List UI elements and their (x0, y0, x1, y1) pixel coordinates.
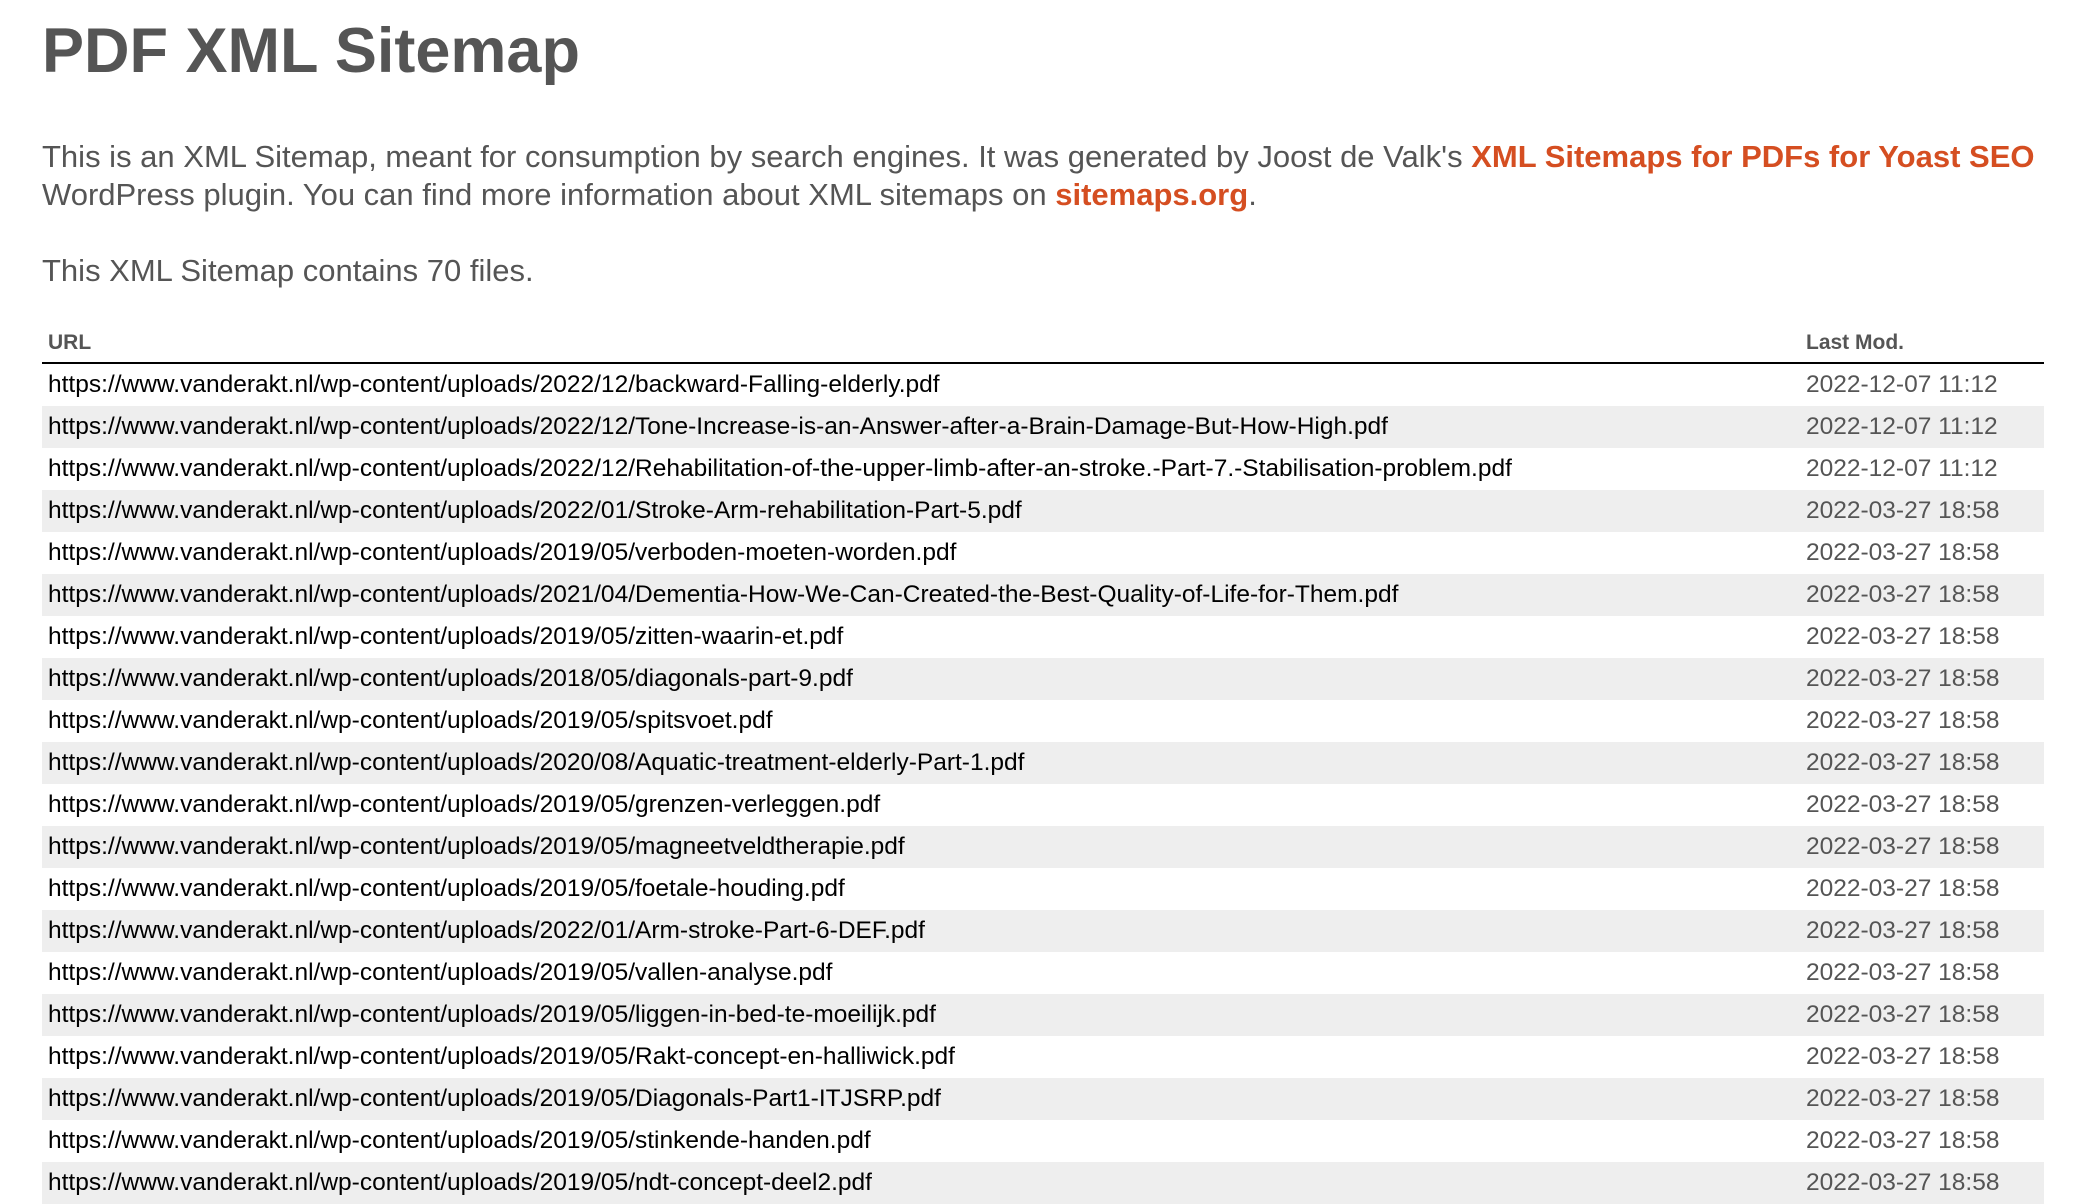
pdf-url-link[interactable]: https://www.vanderakt.nl/wp-content/uplo… (48, 539, 956, 566)
last-mod-cell: 2022-03-27 18:58 (1806, 1043, 2000, 1070)
sitemap-content: PDF XML Sitemap This is an XML Sitemap, … (42, 0, 2044, 1204)
table-row: https://www.vanderakt.nl/wp-content/uplo… (42, 1120, 2044, 1162)
pdf-url-link[interactable]: https://www.vanderakt.nl/wp-content/uplo… (48, 1001, 936, 1028)
table-row: https://www.vanderakt.nl/wp-content/uplo… (42, 532, 2044, 574)
url-cell: https://www.vanderakt.nl/wp-content/uplo… (42, 616, 1800, 658)
table-row: https://www.vanderakt.nl/wp-content/uplo… (42, 700, 2044, 742)
last-mod-cell: 2022-03-27 18:58 (1800, 658, 2044, 700)
last-mod-cell: 2022-03-27 18:58 (1806, 791, 2000, 818)
url-cell: https://www.vanderakt.nl/wp-content/uplo… (42, 952, 1800, 994)
last-mod-cell: 2022-12-07 11:12 (1806, 455, 1998, 482)
table-row: https://www.vanderakt.nl/wp-content/uplo… (42, 406, 2044, 448)
pdf-url-link[interactable]: https://www.vanderakt.nl/wp-content/uplo… (48, 1127, 871, 1154)
table-header-row: URL Last Mod. (42, 327, 2044, 364)
last-mod-cell: 2022-03-27 18:58 (1806, 707, 2000, 734)
intro-text-middle: WordPress plugin. You can find more info… (42, 177, 1056, 212)
table-row: https://www.vanderakt.nl/wp-content/uplo… (42, 1078, 2044, 1120)
last-mod-cell: 2022-03-27 18:58 (1806, 875, 2000, 902)
pdf-url-link[interactable]: https://www.vanderakt.nl/wp-content/uplo… (48, 371, 940, 398)
pdf-url-link[interactable]: https://www.vanderakt.nl/wp-content/uplo… (48, 959, 832, 986)
page-title: PDF XML Sitemap (42, 16, 580, 86)
intro-paragraph: This is an XML Sitemap, meant for consum… (42, 138, 2044, 214)
pdf-url-link[interactable]: https://www.vanderakt.nl/wp-content/uplo… (48, 665, 853, 692)
table-row: https://www.vanderakt.nl/wp-content/uplo… (42, 616, 2044, 658)
url-column-header: URL (42, 327, 1800, 364)
sitemap-table: URL Last Mod. https://www.vanderakt.nl/w… (42, 327, 2044, 1204)
table-row: https://www.vanderakt.nl/wp-content/uplo… (42, 784, 2044, 826)
table-row: https://www.vanderakt.nl/wp-content/uplo… (42, 363, 2044, 406)
url-cell: https://www.vanderakt.nl/wp-content/uplo… (42, 658, 1800, 700)
url-cell: https://www.vanderakt.nl/wp-content/uplo… (42, 1078, 1800, 1120)
pdf-url-link[interactable]: https://www.vanderakt.nl/wp-content/uplo… (48, 791, 880, 818)
url-cell: https://www.vanderakt.nl/wp-content/uplo… (42, 1036, 1800, 1078)
table-row: https://www.vanderakt.nl/wp-content/uplo… (42, 742, 2044, 784)
url-cell: https://www.vanderakt.nl/wp-content/uplo… (42, 490, 1800, 532)
last-mod-column-header: Last Mod. (1800, 327, 2044, 364)
last-mod-cell: 2022-03-27 18:58 (1800, 994, 2044, 1036)
last-mod-cell: 2022-12-07 11:12 (1806, 371, 1998, 398)
last-mod-cell: 2022-03-27 18:58 (1800, 490, 2044, 532)
table-row: https://www.vanderakt.nl/wp-content/uplo… (42, 826, 2044, 868)
pdf-url-link[interactable]: https://www.vanderakt.nl/wp-content/uplo… (48, 707, 773, 734)
table-row: https://www.vanderakt.nl/wp-content/uplo… (42, 574, 2044, 616)
url-cell: https://www.vanderakt.nl/wp-content/uplo… (42, 826, 1800, 868)
pdf-url-link[interactable]: https://www.vanderakt.nl/wp-content/uplo… (48, 875, 845, 902)
pdf-url-link[interactable]: https://www.vanderakt.nl/wp-content/uplo… (48, 833, 905, 860)
url-cell: https://www.vanderakt.nl/wp-content/uplo… (42, 574, 1800, 616)
pdf-url-link[interactable]: https://www.vanderakt.nl/wp-content/uplo… (48, 497, 1022, 524)
table-row: https://www.vanderakt.nl/wp-content/uplo… (42, 952, 2044, 994)
pdf-url-link[interactable]: https://www.vanderakt.nl/wp-content/uplo… (48, 455, 1512, 482)
plugin-link[interactable]: XML Sitemaps for PDFs for Yoast SEO (1471, 139, 2034, 174)
pdf-url-link[interactable]: https://www.vanderakt.nl/wp-content/uplo… (48, 623, 843, 650)
url-cell: https://www.vanderakt.nl/wp-content/uplo… (42, 363, 1800, 406)
table-row: https://www.vanderakt.nl/wp-content/uplo… (42, 994, 2044, 1036)
table-row: https://www.vanderakt.nl/wp-content/uplo… (42, 490, 2044, 532)
url-cell: https://www.vanderakt.nl/wp-content/uplo… (42, 868, 1800, 910)
table-body: https://www.vanderakt.nl/wp-content/uplo… (42, 363, 2044, 1204)
last-mod-cell: 2022-03-27 18:58 (1800, 742, 2044, 784)
last-mod-cell: 2022-12-07 11:12 (1800, 406, 2044, 448)
pdf-url-link[interactable]: https://www.vanderakt.nl/wp-content/uplo… (48, 749, 1024, 776)
last-mod-cell: 2022-03-27 18:58 (1800, 826, 2044, 868)
table-row: https://www.vanderakt.nl/wp-content/uplo… (42, 448, 2044, 490)
table-row: https://www.vanderakt.nl/wp-content/uplo… (42, 1036, 2044, 1078)
pdf-url-link[interactable]: https://www.vanderakt.nl/wp-content/uplo… (48, 581, 1398, 608)
last-mod-cell: 2022-03-27 18:58 (1806, 959, 2000, 986)
last-mod-cell: 2022-03-27 18:58 (1800, 574, 2044, 616)
last-mod-cell: 2022-03-27 18:58 (1806, 1127, 2000, 1154)
pdf-url-link[interactable]: https://www.vanderakt.nl/wp-content/uplo… (48, 413, 1388, 440)
table-row: https://www.vanderakt.nl/wp-content/uplo… (42, 910, 2044, 952)
last-mod-cell: 2022-03-27 18:58 (1806, 623, 2000, 650)
url-cell: https://www.vanderakt.nl/wp-content/uplo… (42, 910, 1800, 952)
table-row: https://www.vanderakt.nl/wp-content/uplo… (42, 658, 2044, 700)
last-mod-cell: 2022-03-27 18:58 (1806, 539, 2000, 566)
url-cell: https://www.vanderakt.nl/wp-content/uplo… (42, 532, 1800, 574)
pdf-url-link[interactable]: https://www.vanderakt.nl/wp-content/uplo… (48, 1169, 872, 1196)
url-cell: https://www.vanderakt.nl/wp-content/uplo… (42, 784, 1800, 826)
intro-text-after: . (1248, 177, 1257, 212)
url-cell: https://www.vanderakt.nl/wp-content/uplo… (42, 994, 1800, 1036)
table-row: https://www.vanderakt.nl/wp-content/uplo… (42, 868, 2044, 910)
intro-text-before: This is an XML Sitemap, meant for consum… (42, 139, 1472, 174)
last-mod-cell: 2022-03-27 18:58 (1800, 910, 2044, 952)
url-cell: https://www.vanderakt.nl/wp-content/uplo… (42, 742, 1800, 784)
url-cell: https://www.vanderakt.nl/wp-content/uplo… (42, 448, 1800, 490)
pdf-url-link[interactable]: https://www.vanderakt.nl/wp-content/uplo… (48, 1085, 941, 1112)
sitemaps-org-link[interactable]: sitemaps.org (1055, 177, 1248, 212)
pdf-url-link[interactable]: https://www.vanderakt.nl/wp-content/uplo… (48, 917, 925, 944)
pdf-url-link[interactable]: https://www.vanderakt.nl/wp-content/uplo… (48, 1043, 955, 1070)
file-count-text: This XML Sitemap contains 70 files. (42, 253, 534, 288)
url-cell: https://www.vanderakt.nl/wp-content/uplo… (42, 700, 1800, 742)
url-cell: https://www.vanderakt.nl/wp-content/uplo… (42, 1120, 1800, 1162)
url-cell: https://www.vanderakt.nl/wp-content/uplo… (42, 406, 1800, 448)
last-mod-cell: 2022-03-27 18:58 (1800, 1078, 2044, 1120)
